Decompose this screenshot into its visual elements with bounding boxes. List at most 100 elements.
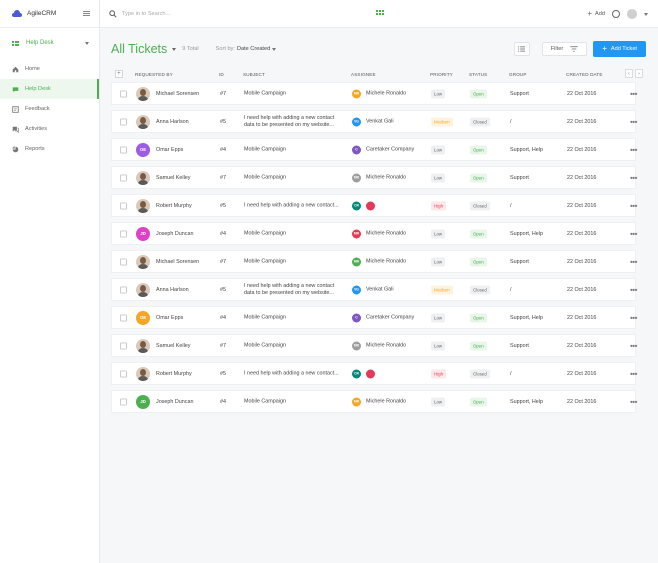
requester[interactable]: Samuel Kelley — [136, 338, 190, 353]
row-checkbox[interactable] — [120, 230, 127, 237]
table-row[interactable]: Michael Sorensen #7 Mobile Campaign MR Miche… — [111, 250, 637, 273]
add-ticket-button[interactable]: + Add Ticket — [593, 41, 646, 57]
table-row[interactable]: Anna Harlson #5 I need help with adding a … — [111, 110, 637, 133]
row-checkbox[interactable] — [120, 398, 127, 405]
row-checkbox[interactable] — [120, 286, 127, 293]
sort-by-dropdown[interactable]: Sort by: Date Created — [216, 46, 277, 52]
filter-button[interactable]: Filter — [541, 42, 588, 56]
table-row[interactable]: OE Omar Epps #4 Mobile Campaign C Caretaker C… — [111, 306, 637, 329]
column-header-group[interactable]: Group — [509, 72, 527, 77]
ticket-subject[interactable]: Mobile Campaign — [244, 90, 344, 97]
add-menu-button[interactable]: + Add — [587, 10, 605, 18]
table-row[interactable]: JD Joseph Duncan #4 Mobile Campaign MR Michel… — [111, 390, 637, 413]
table-row[interactable]: JD Joseph Duncan #4 Mobile Campaign MR Michel… — [111, 222, 637, 245]
more-options-icon[interactable]: ••• — [630, 145, 637, 154]
sidebar-item-activities[interactable]: Activities — [0, 119, 99, 139]
row-checkbox[interactable] — [120, 342, 127, 349]
ticket-subject[interactable]: I need help with adding a new contact... — [244, 202, 344, 209]
list-view-button[interactable] — [513, 42, 530, 56]
more-options-icon[interactable]: ••• — [630, 201, 637, 210]
ticket-subject[interactable]: I need help with adding a new contact... — [244, 370, 344, 377]
ticket-subject[interactable]: Mobile Campaign — [244, 146, 344, 153]
sidebar-item-reports[interactable]: Reports — [0, 139, 99, 159]
assignee-initials: CR — [354, 203, 359, 208]
assignee: MR Michele Ronaldo — [352, 173, 406, 182]
more-options-icon[interactable]: ••• — [630, 341, 637, 350]
column-header-requested-by[interactable]: Requested By — [135, 72, 173, 77]
user-avatar[interactable] — [627, 9, 637, 19]
table-row[interactable]: OE Omar Epps #4 Mobile Campaign C Caretaker C… — [111, 138, 637, 161]
sidebar-item-feedback[interactable]: Feedback — [0, 99, 99, 119]
column-header-assignee[interactable]: Assignee — [351, 72, 376, 77]
row-checkbox[interactable] — [120, 118, 127, 125]
table-row[interactable]: Robert Murphy #5 I need help with adding a… — [111, 362, 637, 385]
apps-grid-icon[interactable] — [376, 10, 384, 15]
ticket-subject[interactable]: I need help with adding a new contact da… — [244, 115, 344, 129]
requester[interactable]: Samuel Kelley — [136, 170, 190, 185]
more-options-icon[interactable]: ••• — [630, 257, 637, 266]
row-checkbox[interactable] — [120, 146, 127, 153]
ticket-subject[interactable]: Mobile Campaign — [244, 174, 344, 181]
row-checkbox[interactable] — [120, 258, 127, 265]
table-row[interactable]: Robert Murphy #5 I need help with adding a… — [111, 194, 637, 217]
requester[interactable]: Robert Murphy — [136, 198, 192, 213]
ticket-subject[interactable]: Mobile Campaign — [244, 398, 344, 405]
requester[interactable]: OE Omar Epps — [136, 310, 183, 325]
table-row[interactable]: Anna Harlson #5 I need help with adding a … — [111, 278, 637, 301]
ticket-subject[interactable]: Mobile Campaign — [244, 342, 344, 349]
requester[interactable]: Anna Harlson — [136, 114, 189, 129]
clock-icon[interactable] — [612, 10, 620, 18]
assignee: VG Venkat Gali — [352, 117, 394, 126]
requester[interactable]: Anna Harlson — [136, 282, 189, 297]
table-row[interactable]: Samuel Kelley #7 Mobile Campaign MR Michele … — [111, 166, 637, 189]
avatar-initials: OE — [139, 147, 147, 152]
requester[interactable]: OE Omar Epps — [136, 142, 183, 157]
more-options-icon[interactable]: ••• — [630, 117, 637, 126]
more-options-icon[interactable]: ••• — [630, 285, 637, 294]
created-date: 22 Oct 2016 — [567, 398, 597, 405]
page-title[interactable]: All Tickets — [111, 42, 167, 56]
sidebar-item-home[interactable]: Home — [0, 59, 99, 79]
priority-badge: Medium — [431, 117, 453, 126]
more-options-icon[interactable]: ••• — [630, 173, 637, 182]
requester[interactable]: Michael Sorensen — [136, 86, 199, 101]
more-options-icon[interactable]: ••• — [630, 229, 637, 238]
ticket-subject[interactable]: Mobile Campaign — [244, 314, 344, 321]
requester[interactable]: Michael Sorensen — [136, 254, 199, 269]
row-checkbox[interactable] — [120, 202, 127, 209]
menu-toggle-icon[interactable] — [83, 11, 90, 16]
chevron-down-icon[interactable] — [644, 12, 648, 16]
requester[interactable]: Robert Murphy — [136, 366, 192, 381]
more-options-icon[interactable]: ••• — [630, 397, 637, 406]
ticket-id: #7 — [220, 174, 226, 181]
table-row[interactable]: Samuel Kelley #7 Mobile Campaign MR Michele … — [111, 334, 637, 357]
row-checkbox[interactable] — [120, 174, 127, 181]
requester[interactable]: JD Joseph Duncan — [136, 394, 193, 409]
more-options-icon[interactable]: ••• — [630, 313, 637, 322]
sidebar-item-help-desk[interactable]: Help Desk — [0, 79, 99, 99]
ticket-subject[interactable]: I need help with adding a new contact da… — [244, 283, 344, 297]
avatar — [136, 254, 150, 269]
module-switcher[interactable]: Help Desk — [0, 33, 99, 53]
add-column-button[interactable]: + — [115, 70, 123, 78]
column-header-priority[interactable]: Priority — [430, 72, 453, 77]
prev-page-button[interactable]: ‹ — [625, 69, 633, 78]
more-options-icon[interactable]: ••• — [630, 369, 637, 378]
ticket-subject[interactable]: Mobile Campaign — [244, 230, 344, 237]
ticket-subject[interactable]: Mobile Campaign — [244, 258, 344, 265]
row-checkbox[interactable] — [120, 314, 127, 321]
row-checkbox[interactable] — [120, 370, 127, 377]
ticket-group: Support, Help — [510, 314, 543, 321]
chevron-down-icon[interactable] — [172, 47, 177, 51]
row-checkbox[interactable] — [120, 90, 127, 97]
column-header-subject[interactable]: Subject — [243, 72, 265, 77]
table-row[interactable]: Michael Sorensen #7 Mobile Campaign MR Miche… — [111, 82, 637, 105]
column-header-status[interactable]: Status — [469, 72, 487, 77]
column-header-created-date[interactable]: Created Date — [566, 72, 603, 77]
search-input[interactable] — [122, 10, 272, 17]
priority-badge: High — [431, 201, 447, 210]
requester[interactable]: JD Joseph Duncan — [136, 226, 193, 241]
more-options-icon[interactable]: ••• — [630, 89, 637, 98]
next-page-button[interactable]: › — [635, 69, 643, 78]
column-header-id[interactable]: ID — [219, 72, 224, 77]
